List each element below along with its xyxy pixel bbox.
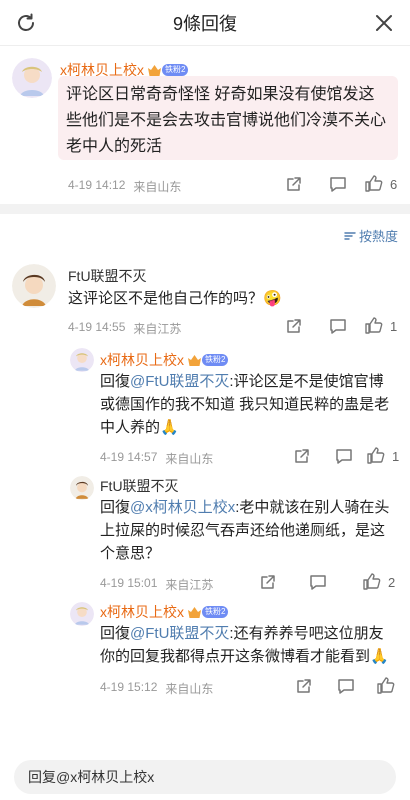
sort-label: 按熱度 [358, 229, 398, 244]
reply-user-row: x柯林贝上校x 铁粉2 [100, 350, 229, 370]
like-count: 6 [390, 177, 398, 192]
page-title: 9條回復 [172, 13, 237, 34]
comment-text: 这评论区不是他自己作的吗？🤪 [68, 287, 388, 310]
share-icon[interactable] [284, 174, 304, 194]
comment-icon[interactable] [308, 572, 328, 592]
reply-prefix: 回復 [100, 373, 131, 390]
avatar[interactable] [70, 602, 94, 626]
timestamp: 4-19 14:55 [68, 320, 126, 334]
mention-link[interactable]: @FtU联盟不灭 [130, 625, 229, 642]
reply-prefix: 回復 [100, 625, 131, 642]
like-icon[interactable] [376, 675, 396, 695]
share-icon[interactable] [258, 572, 278, 592]
like-count: 2 [388, 575, 396, 590]
comment-text: 回復@FtU联盟不灭:评论区是不是使馆官博或德国作的我不知道 我只知道民粹的蛊是… [100, 370, 390, 439]
mention-link[interactable]: @x柯林贝上校x [130, 499, 235, 516]
like-count: 1 [390, 319, 398, 334]
header: 9條回復 [0, 0, 410, 46]
close-icon[interactable] [372, 11, 396, 35]
comment-icon[interactable] [334, 446, 354, 466]
crown-icon [148, 64, 161, 76]
badge-level: 铁粉2 [162, 64, 189, 76]
timestamp: 4-19 15:01 [100, 576, 158, 590]
timestamp: 4-19 14:12 [68, 178, 126, 192]
user-name[interactable]: FtU联盟不灭 [100, 476, 179, 496]
refresh-icon[interactable] [14, 11, 38, 35]
main-comment: x柯林贝上校x 铁粉2 评论区日常奇奇怪怪 好奇如果没有使馆发这些他们是不是会去… [0, 46, 410, 204]
fan-badge: 铁粉2 [188, 354, 229, 366]
user-name[interactable]: x柯林贝上校x [100, 350, 184, 370]
location: 来自江苏 [165, 578, 214, 592]
sort-button[interactable]: 按熱度 [344, 226, 398, 245]
timestamp: 4-19 15:12 [100, 680, 158, 694]
location: 来自山东 [165, 682, 214, 696]
avatar[interactable] [70, 476, 94, 500]
reply-prefix: 回復 [100, 499, 131, 516]
location: 来自山东 [165, 452, 214, 466]
user-name[interactable]: FtU联盟不灭 [68, 266, 147, 286]
like-icon[interactable] [362, 571, 382, 591]
location: 来自江苏 [133, 322, 182, 336]
section-divider [0, 204, 410, 214]
comment-meta: 4-19 14:57 来自山东 [100, 450, 213, 467]
crown-icon [188, 606, 201, 618]
crown-icon [188, 354, 201, 366]
emoji: 🤪 [263, 290, 282, 307]
comment-meta: 4-19 15:01 来自江苏 [100, 576, 213, 593]
fan-badge: 铁粉2 [148, 64, 189, 76]
share-icon[interactable] [292, 446, 312, 466]
comment-icon[interactable] [336, 676, 356, 696]
like-icon[interactable] [364, 315, 384, 335]
like-icon[interactable] [364, 173, 384, 193]
reply-input[interactable]: 回复@x柯林贝上校x [14, 760, 396, 794]
mention-link[interactable]: @FtU联盟不灭 [130, 373, 229, 390]
like-count: 1 [392, 449, 400, 464]
comment-meta: 4-19 14:12 来自山东 [68, 178, 181, 195]
user-name[interactable]: x柯林贝上校x [100, 602, 184, 622]
comment-icon[interactable] [328, 316, 348, 336]
comment-text: 评论区日常奇奇怪怪 好奇如果没有使馆发这些他们是不是会去攻击官博说他们冷漠不关心… [58, 76, 398, 160]
comment-meta: 4-19 15:12 来自山东 [100, 680, 213, 697]
fan-badge: 铁粉2 [188, 606, 229, 618]
sort-icon [344, 231, 356, 240]
comment-body: 这评论区不是他自己作的吗？ [68, 290, 264, 307]
badge-level: 铁粉2 [202, 606, 229, 618]
comment-icon[interactable] [328, 174, 348, 194]
avatar[interactable] [12, 264, 56, 308]
share-icon[interactable] [284, 316, 304, 336]
badge-level: 铁粉2 [202, 354, 229, 366]
comment-meta: 4-19 14:55 来自江苏 [68, 320, 181, 337]
reply-user-row: FtU联盟不灭 [100, 476, 179, 496]
avatar[interactable] [12, 58, 52, 98]
like-icon[interactable] [366, 445, 386, 465]
comment-text: 回復@FtU联盟不灭:还有养养号吧这位朋友你的回复我都得点开这条微博看才能看到🙏 [100, 622, 396, 668]
comment-user-row: FtU联盟不灭 [68, 266, 147, 286]
share-icon[interactable] [294, 676, 314, 696]
timestamp: 4-19 14:57 [100, 450, 158, 464]
location: 来自山东 [133, 180, 182, 194]
reply-user-row: x柯林贝上校x 铁粉2 [100, 602, 229, 622]
comment-text: 回復@x柯林贝上校x:老中就该在别人骑在头上拉屎的时候忍气吞声还给他递厕纸，是这… [100, 496, 396, 565]
avatar[interactable] [70, 348, 94, 372]
